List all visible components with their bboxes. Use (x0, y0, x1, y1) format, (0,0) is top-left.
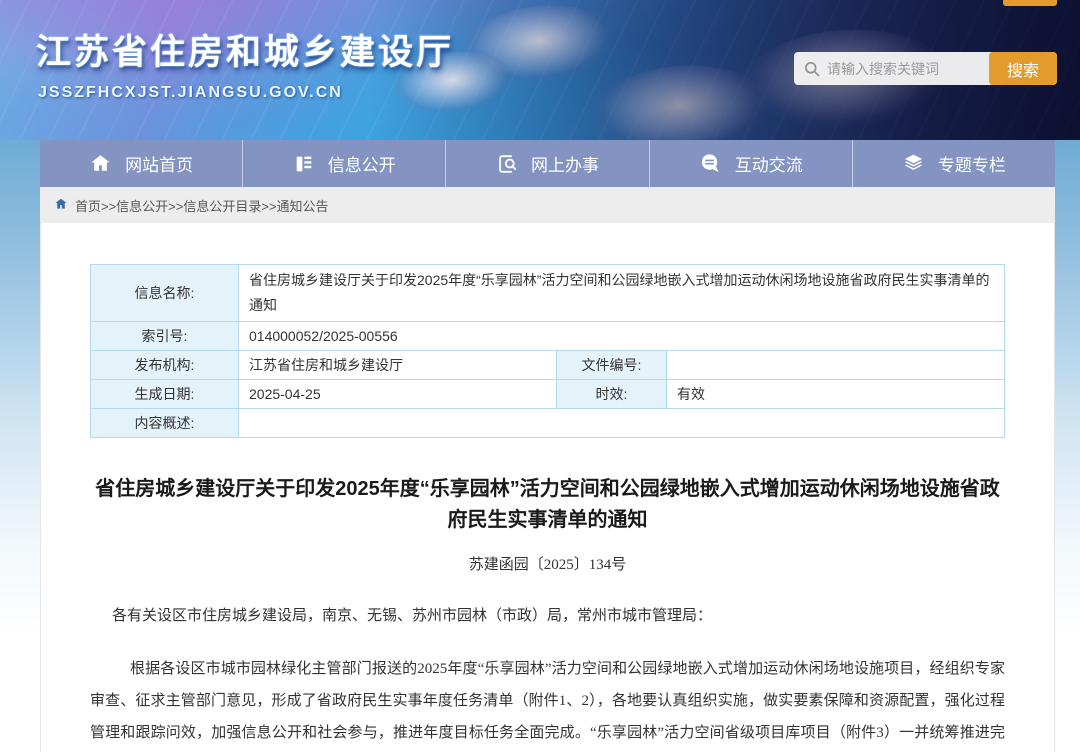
nav-item-label: 信息公开 (328, 151, 396, 176)
table-row: 信息名称: 省住房城乡建设厅关于印发2025年度“乐享园林”活力空间和公园绿地嵌… (91, 265, 1005, 322)
table-row: 发布机构: 江苏省住房和城乡建设厅 文件编号: (91, 351, 1005, 380)
content-column: 网站首页 信息公开 网上办事 (40, 140, 1055, 752)
layers-icon (902, 152, 925, 175)
search-icon (803, 60, 821, 78)
nav-item-info-disclosure[interactable]: 信息公开 (242, 140, 445, 187)
meta-label-validity: 时效: (557, 380, 667, 409)
header-banner: 江苏省住房和城乡建设厅 JSSZFHCXJST.JIANGSU.GOV.CN 搜… (0, 0, 1080, 140)
online-service-icon (496, 153, 518, 175)
nav-item-label: 网上办事 (531, 151, 599, 176)
main-nav: 网站首页 信息公开 网上办事 (40, 140, 1055, 187)
article-panel: 信息名称: 省住房城乡建设厅关于印发2025年度“乐享园林”活力空间和公园绿地嵌… (40, 223, 1055, 752)
nav-item-home[interactable]: 网站首页 (40, 140, 242, 187)
info-disclosure-icon (293, 153, 315, 175)
site-url: JSSZFHCXJST.JIANGSU.GOV.CN (38, 84, 343, 102)
meta-label-publisher: 发布机构: (91, 351, 239, 380)
table-row: 生成日期: 2025-04-25 时效: 有效 (91, 380, 1005, 409)
meta-label-doc-no: 文件编号: (557, 351, 667, 380)
chat-icon (699, 152, 722, 175)
meta-value-doc-no (667, 351, 1005, 380)
site-title: 江苏省住房和城乡建设厅 (36, 24, 454, 75)
meta-value-name: 省住房城乡建设厅关于印发2025年度“乐享园林”活力空间和公园绿地嵌入式增加运动… (239, 265, 1005, 322)
article-paragraph: 根据各设区市城市园林绿化主管部门报送的2025年度“乐享园林”活力空间和公园绿地… (90, 653, 1005, 752)
meta-value-publisher: 江苏省住房和城乡建设厅 (239, 351, 557, 380)
meta-value-index: 014000052/2025-00556 (239, 322, 1005, 351)
article-body: 各有关设区市住房城乡建设局，南京、无锡、苏州市园林（市政）局，常州市城市管理局：… (90, 600, 1005, 752)
nav-item-online-service[interactable]: 网上办事 (445, 140, 648, 187)
meta-value-summary (239, 409, 1005, 438)
meta-value-validity: 有效 (667, 380, 1005, 409)
search-button[interactable]: 搜索 (989, 52, 1057, 85)
breadcrumb[interactable]: 首页>>信息公开>>信息公开目录>>通知公告 (40, 187, 1055, 223)
article-salutation: 各有关设区市住房城乡建设局，南京、无锡、苏州市园林（市政）局，常州市城市管理局： (90, 600, 1005, 632)
nav-item-label: 专题专栏 (938, 151, 1006, 176)
nav-item-interaction[interactable]: 互动交流 (649, 140, 852, 187)
article-title: 省住房城乡建设厅关于印发2025年度“乐享园林”活力空间和公园绿地嵌入式增加运动… (95, 474, 1000, 536)
meta-label-name: 信息名称: (91, 265, 239, 322)
home-icon (89, 152, 112, 175)
top-right-tab[interactable] (1003, 0, 1057, 6)
search-input[interactable] (821, 61, 989, 77)
nav-item-label: 网站首页 (125, 151, 193, 176)
table-row: 内容概述: (91, 409, 1005, 438)
nav-item-label: 互动交流 (735, 151, 803, 176)
document-number: 苏建函园〔2025〕134号 (90, 553, 1005, 574)
meta-label-index: 索引号: (91, 322, 239, 351)
meta-value-date: 2025-04-25 (239, 380, 557, 409)
breadcrumb-path: 首页>>信息公开>>信息公开目录>>通知公告 (75, 196, 329, 215)
search-bar: 搜索 (794, 52, 1057, 85)
document-meta-table: 信息名称: 省住房城乡建设厅关于印发2025年度“乐享园林”活力空间和公园绿地嵌… (90, 264, 1005, 438)
meta-label-date: 生成日期: (91, 380, 239, 409)
meta-label-summary: 内容概述: (91, 409, 239, 438)
breadcrumb-home-icon (54, 197, 68, 214)
table-row: 索引号: 014000052/2025-00556 (91, 322, 1005, 351)
nav-item-special-topics[interactable]: 专题专栏 (852, 140, 1055, 187)
